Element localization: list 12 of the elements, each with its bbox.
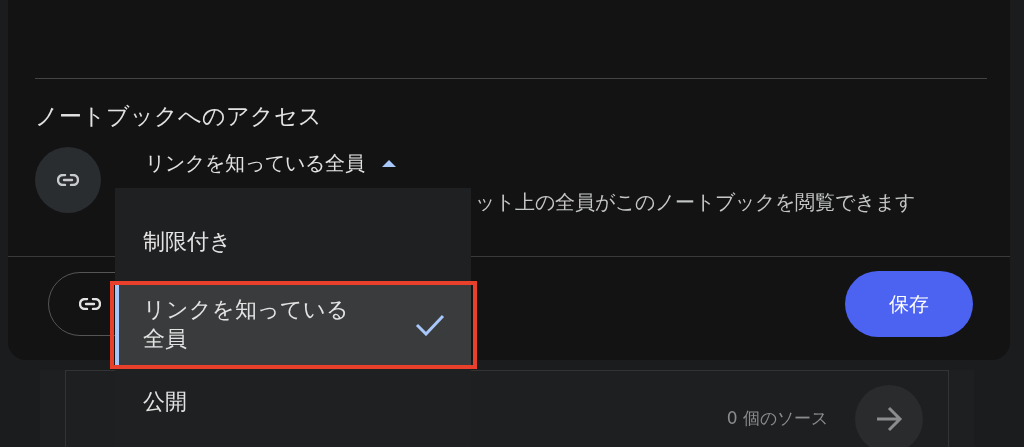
menu-item-label: 公開 [143,387,188,416]
menu-item-label: 制限付き [143,227,233,256]
link-icon [79,298,101,310]
source-count: 0 個のソース [726,407,828,430]
access-description: ット上の全員がこのノートブックを閲覧できます [475,190,915,216]
arrow-icon [874,405,904,432]
save-button[interactable]: 保存 [845,271,973,337]
menu-item[interactable]: 制限付き [115,206,471,278]
section-title: ノートブックへのアクセス [35,102,323,131]
menu-item-label: リンクを知っている全員 [143,296,350,353]
check-icon [415,314,445,336]
access-dropdown[interactable]: リンクを知っている全員 [145,147,915,179]
